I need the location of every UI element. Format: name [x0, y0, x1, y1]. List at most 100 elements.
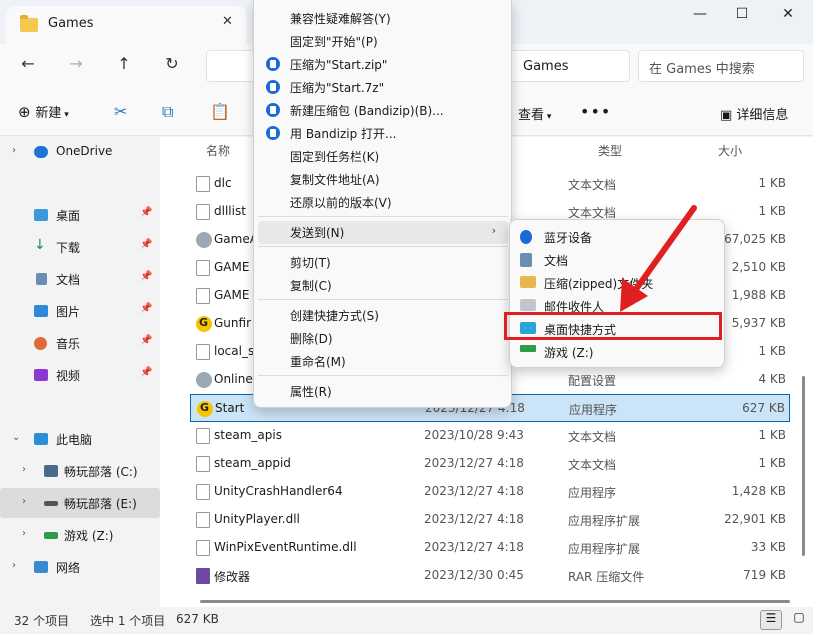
menu-item-delete[interactable]: 删除(D)	[258, 327, 508, 350]
chevron-right-icon[interactable]: ›	[12, 145, 16, 156]
new-button[interactable]: ⊕ 新建 ▾	[18, 102, 69, 121]
table-row[interactable]: steam_apis 2023/10/28 9:43 文本文档 1 KB	[190, 422, 790, 450]
chevron-down-icon[interactable]: ⌄	[12, 432, 20, 443]
app-icon	[196, 316, 212, 332]
cloud-icon	[34, 146, 48, 158]
menu-item-properties[interactable]: 属性(R)	[258, 380, 508, 403]
pin-icon[interactable]: 📌	[140, 335, 152, 346]
sidebar-item-pictures[interactable]: 图片 📌	[0, 296, 160, 326]
chevron-right-icon[interactable]: ›	[22, 464, 26, 475]
menu-item-open-with-bandizip[interactable]: 用 Bandizip 打开...	[258, 122, 508, 145]
menu-item-label: 复制(C)	[290, 279, 332, 293]
table-row[interactable]: steam_appid 2023/12/27 4:18 文本文档 1 KB	[190, 450, 790, 478]
sidebar-item-onedrive[interactable]: › OneDrive	[0, 137, 160, 167]
close-window-button[interactable]: ✕	[768, 6, 808, 26]
menu-item-label: 重命名(M)	[290, 355, 346, 369]
chevron-right-icon[interactable]: ›	[22, 496, 26, 507]
menu-separator	[258, 246, 508, 247]
sidebar-item-desktop[interactable]: 桌面 📌	[0, 200, 160, 230]
minimize-button[interactable]: —	[680, 6, 720, 26]
pin-icon[interactable]: 📌	[140, 239, 152, 250]
column-size[interactable]: 大小	[718, 142, 742, 159]
menu-item-pin-to-start[interactable]: 固定到"开始"(P)	[258, 30, 508, 53]
horizontal-scrollbar[interactable]	[200, 600, 790, 603]
menu-item-create-shortcut[interactable]: 创建快捷方式(S)	[258, 304, 508, 327]
vertical-scrollbar[interactable]	[802, 376, 805, 556]
file-name: UnityCrashHandler64	[214, 484, 343, 498]
pin-icon[interactable]: 📌	[140, 367, 152, 378]
file-name: Start	[215, 401, 245, 415]
menu-item-send-to[interactable]: 发送到(N) ›	[258, 221, 508, 244]
document-icon	[36, 273, 47, 285]
network-drive-icon	[44, 532, 58, 539]
close-tab-icon[interactable]: ✕	[222, 14, 233, 29]
menu-item-label: 压缩为"Start.zip"	[290, 58, 388, 72]
menu-item-rename[interactable]: 重命名(M)	[258, 350, 508, 373]
table-row[interactable]: WinPixEventRuntime.dll 2023/12/27 4:18 应用程…	[190, 534, 790, 562]
breadcrumb[interactable]: Games	[523, 59, 568, 74]
context-menu: 兼容性疑难解答(Y) 固定到"开始"(P) 压缩为"Start.zip" 压缩为"St…	[253, 0, 512, 408]
desktop-icon	[34, 209, 48, 221]
menu-item-cut[interactable]: 剪切(T)	[258, 251, 508, 274]
menu-item-troubleshoot-compat[interactable]: 兼容性疑难解答(Y)	[258, 7, 508, 30]
menu-item-label: 固定到任务栏(K)	[290, 150, 380, 164]
table-row[interactable]: UnityCrashHandler64 2023/12/27 4:18 应用程序 1,…	[190, 478, 790, 506]
column-name[interactable]: 名称	[206, 142, 230, 159]
menu-item-compress-zip[interactable]: 压缩为"Start.zip"	[258, 53, 508, 76]
sidebar-item-videos[interactable]: 视频 📌	[0, 360, 160, 390]
menu-separator	[258, 375, 508, 376]
file-name: Gunfir	[214, 316, 252, 330]
more-button[interactable]: •••	[580, 102, 611, 121]
bandizip-icon	[266, 80, 280, 94]
back-button[interactable]: ←	[16, 54, 40, 76]
pin-icon[interactable]: 📌	[140, 207, 152, 218]
menu-item-compress-7z[interactable]: 压缩为"Start.7z"	[258, 76, 508, 99]
menu-item-restore-versions[interactable]: 还原以前的版本(V)	[258, 191, 508, 214]
submenu-item-label: 文档	[544, 254, 569, 268]
table-row[interactable]: UnityPlayer.dll 2023/12/27 4:18 应用程序扩展 22,9…	[190, 506, 790, 534]
file-name: Online	[214, 372, 253, 386]
details-view-icon[interactable]: ☰	[760, 610, 782, 630]
menu-item-copy-path[interactable]: 复制文件地址(A)	[258, 168, 508, 191]
forward-button[interactable]: →	[64, 54, 88, 76]
pin-icon[interactable]: 📌	[140, 271, 152, 282]
pin-icon[interactable]: 📌	[140, 303, 152, 314]
sidebar-item-downloads[interactable]: ↓ 下载 📌	[0, 232, 160, 262]
sidebar-item-network[interactable]: › 网络	[0, 552, 160, 582]
copy-icon[interactable]: ⧉	[162, 102, 173, 122]
file-size: 627 KB	[742, 401, 785, 415]
file-size: 1 KB	[758, 456, 786, 470]
refresh-button[interactable]: ↻	[160, 54, 184, 76]
submenu-item-drive-z[interactable]: 游戏 (Z:)	[514, 340, 722, 363]
tiles-view-icon[interactable]: ▢	[788, 610, 810, 630]
file-icon	[196, 512, 210, 528]
chevron-right-icon[interactable]: ›	[12, 560, 16, 571]
sidebar-item-label: 视频	[56, 369, 81, 383]
sidebar-item-music[interactable]: 音乐 📌	[0, 328, 160, 358]
up-button[interactable]: ↑	[112, 54, 136, 76]
file-type: RAR 压缩文件	[568, 570, 645, 584]
tab-games[interactable]: Games ✕	[6, 6, 246, 44]
sidebar-item-drive-c[interactable]: › 畅玩部落 (C:)	[0, 456, 160, 486]
submenu-item-label: 蓝牙设备	[544, 231, 593, 245]
sidebar-item-drive-e[interactable]: › 畅玩部落 (E:)	[0, 488, 160, 518]
chevron-right-icon[interactable]: ›	[22, 528, 26, 539]
view-button[interactable]: 查看 ▾	[518, 104, 551, 123]
column-type[interactable]: 类型	[598, 142, 622, 159]
navigation-pane: › OneDrive 桌面 📌 ↓ 下载 📌 文档 📌 图片 📌 音乐 📌 视频…	[0, 137, 160, 607]
file-name: dlc	[214, 176, 232, 190]
menu-item-new-archive-bandizip[interactable]: 新建压缩包 (Bandizip)(B)...	[258, 99, 508, 122]
sidebar-item-documents[interactable]: 文档 📌	[0, 264, 160, 294]
file-size: 33 KB	[750, 540, 786, 554]
table-row[interactable]: 修改器 2023/12/30 0:45 RAR 压缩文件 719 KB	[190, 562, 790, 590]
sidebar-item-this-pc[interactable]: ⌄ 此电脑	[0, 424, 160, 454]
sidebar-item-drive-z[interactable]: › 游戏 (Z:)	[0, 520, 160, 550]
search-input[interactable]: 在 Games 中搜索	[638, 50, 804, 82]
details-button[interactable]: ▣ 详细信息	[720, 104, 788, 123]
menu-item-pin-to-taskbar[interactable]: 固定到任务栏(K)	[258, 145, 508, 168]
maximize-button[interactable]: ☐	[722, 6, 762, 26]
menu-item-copy[interactable]: 复制(C)	[258, 274, 508, 297]
cut-icon[interactable]: ✂	[114, 102, 127, 121]
file-size: 719 KB	[743, 568, 786, 582]
paste-icon[interactable]: 📋	[210, 102, 230, 121]
